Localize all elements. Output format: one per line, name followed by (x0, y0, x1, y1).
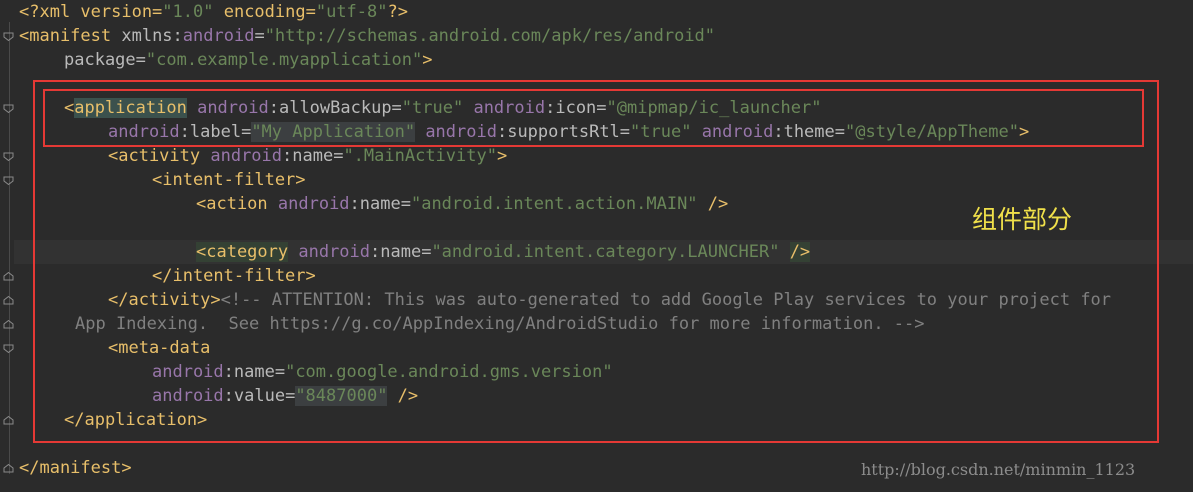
attribute-name: = (254, 26, 265, 46)
tag-name: <manifest (19, 26, 122, 46)
fold-close-icon[interactable] (3, 416, 14, 425)
fold-close-icon[interactable] (3, 464, 14, 473)
tag-name: > (422, 50, 433, 70)
fold-open-icon[interactable] (3, 104, 14, 113)
string-value: "1.0" (162, 2, 214, 22)
fold-close-icon[interactable] (3, 272, 14, 281)
string-value: "http://schemas.android.com/apk/res/andr… (264, 26, 716, 46)
code-line: </manifest> (19, 456, 132, 480)
attribute-name: package= (64, 50, 146, 70)
fold-open-icon[interactable] (3, 344, 14, 353)
fold-open-icon[interactable] (3, 32, 14, 41)
code-line: <?xml version="1.0" encoding="utf-8"?> (19, 0, 408, 24)
code-editor[interactable]: <?xml version="1.0" encoding="utf-8"?> <… (0, 0, 1193, 492)
xml-declaration: <?xml version= (19, 2, 163, 22)
tag-name: </manifest> (19, 458, 132, 478)
fold-open-icon[interactable] (3, 176, 14, 185)
watermark: http://blog.csdn.net/minmin_1123 (861, 460, 1136, 479)
component-section-highlight-box (33, 80, 1159, 443)
fold-close-icon[interactable] (3, 296, 14, 305)
string-value: "utf-8" (315, 2, 388, 22)
attribute-name: xmlns: (121, 26, 183, 46)
string-value: "com.example.myapplication" (145, 50, 423, 70)
xml-declaration: encoding= (213, 2, 316, 22)
code-line: package="com.example.myapplication"> (64, 48, 432, 72)
xml-declaration: ?> (387, 2, 408, 22)
fold-close-icon[interactable] (3, 320, 14, 329)
namespace: android (182, 26, 255, 46)
gutter-divider (9, 22, 10, 474)
fold-open-icon[interactable] (3, 152, 14, 161)
code-line: <manifest xmlns:android="http://schemas.… (19, 24, 715, 48)
component-section-label: 组件部分 (972, 205, 1073, 234)
